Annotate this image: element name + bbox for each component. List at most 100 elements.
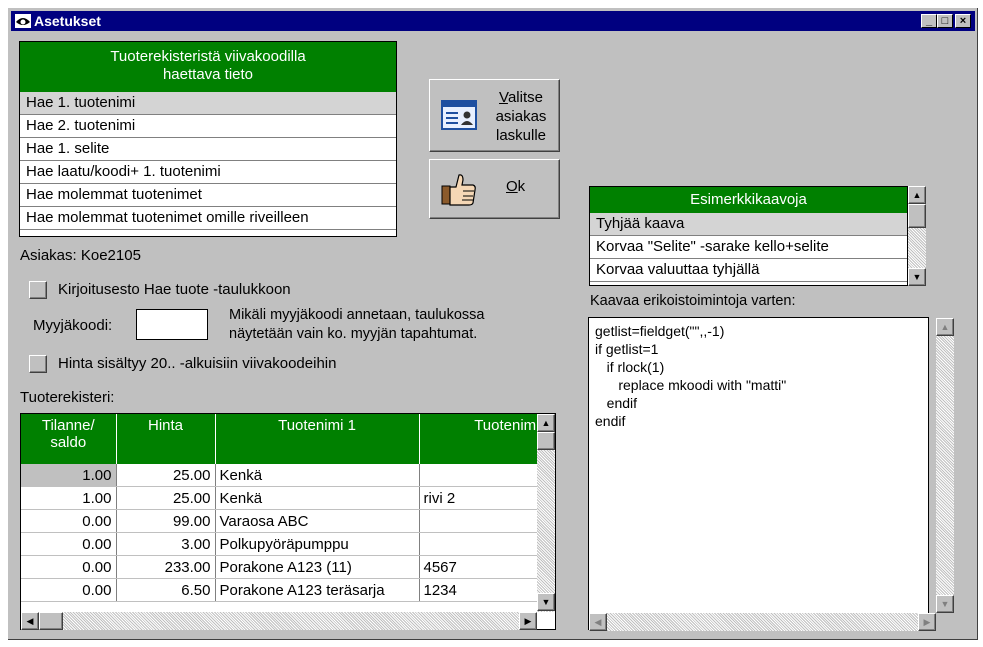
header-line-2: haettava tieto [162, 66, 254, 83]
list-item[interactable]: Tyhjää kaava [590, 213, 907, 236]
list-item[interactable]: Hae 1. selite [20, 138, 396, 161]
table-row[interactable]: 1.00 25.00 Kenkä rivi 2 [21, 486, 542, 510]
table-cell: 1.00 [21, 464, 117, 487]
col-line-2: saldo [50, 434, 87, 451]
formula-line: endif [595, 413, 626, 429]
table-cell: 0.00 [21, 578, 117, 602]
formula-label: Kaavaa erikoistoimintoja varten: [590, 293, 796, 309]
write-protect-label: Kirjoitusesto Hae tuote -taulukkoon [58, 281, 291, 298]
table-row[interactable]: 0.00 3.00 Polkupyöräpumppu [21, 532, 542, 556]
table-cell: 25.00 [116, 486, 216, 510]
scroll-down-icon[interactable]: ▼ [908, 268, 926, 286]
price-in-barcode-checkbox[interactable] [29, 355, 47, 373]
column-header-balance[interactable]: Tilanne/ saldo [21, 414, 117, 464]
table-cell: 3.00 [116, 532, 216, 556]
formula-line: if rlock(1) [595, 359, 665, 375]
product-field-list-header: Tuoterekisteristä viivakoodilla haettava… [20, 42, 396, 92]
mnemonic: O [506, 178, 518, 195]
select-customer-button[interactable]: Valitse asiakas laskulle [429, 79, 560, 152]
maximize-button[interactable]: □ [937, 14, 953, 28]
examples-list-header: Esimerkkikaavoja [590, 187, 907, 213]
formula-line: getlist=fieldget("",,-1) [595, 323, 725, 339]
table-row[interactable]: 1.00 25.00 Kenkä [21, 464, 542, 487]
formula-vertical-scrollbar[interactable] [936, 318, 954, 613]
price-in-barcode-label: Hinta sisältyy 20.. -alkuisiin viivakood… [58, 355, 337, 372]
product-register-label: Tuoterekisteri: [20, 389, 115, 406]
table-cell [419, 509, 542, 533]
list-item[interactable]: Korvaa "Selite" -sarake kello+selite [590, 236, 907, 259]
label-rest: k [517, 178, 526, 195]
list-item[interactable]: Hae molemmat tuotenimet omille riveillee… [20, 207, 396, 230]
table-cell [419, 532, 542, 556]
customer-label: Asiakas: Koe2105 [20, 247, 141, 264]
table-cell: Porakone A123 teräsarja [215, 578, 420, 602]
table-cell: 4567 [419, 555, 542, 579]
table-cell: 0.00 [21, 532, 117, 556]
scroll-up-icon[interactable]: ▲ [537, 414, 555, 432]
label-rest: alitse [507, 89, 543, 106]
table-cell: 0.00 [21, 509, 117, 533]
minimize-button[interactable]: _ [921, 14, 937, 28]
header-line-1: Tuoterekisteristä viivakoodilla [110, 48, 306, 65]
scroll-left-icon[interactable]: ◀ [21, 612, 39, 630]
table-row[interactable]: 0.00 99.00 Varaosa ABC [21, 509, 542, 533]
product-table: Tilanne/ saldo Hinta Tuotenimi 1 Tuoteni… [21, 414, 542, 602]
product-register-table: Tilanne/ saldo Hinta Tuotenimi 1 Tuoteni… [20, 413, 556, 630]
examples-list: Esimerkkikaavoja Tyhjää kaava Korvaa "Se… [589, 186, 908, 286]
table-row[interactable]: 0.00 6.50 Porakone A123 teräsarja 1234 [21, 578, 542, 602]
formula-line: endif [595, 395, 638, 411]
table-cell: Polkupyöräpumppu [215, 532, 420, 556]
table-cell: 233.00 [116, 555, 216, 579]
seller-code-input[interactable] [136, 309, 208, 340]
list-item[interactable]: Hae laatu/koodi+ 1. tuotenimi [20, 161, 396, 184]
ok-label: Ok [506, 178, 525, 195]
list-item[interactable]: Hae molemmat tuotenimet [20, 184, 396, 207]
list-item[interactable]: Hae 1. tuotenimi [20, 92, 396, 115]
col-line-1: Tilanne/ [41, 417, 95, 434]
table-cell [419, 464, 542, 487]
seller-code-hint-line1: Mikäli myyjäkoodi annetaan, taulukossa [229, 307, 485, 323]
list-item[interactable]: Hae 2. tuotenimi [20, 115, 396, 138]
scroll-thumb[interactable] [537, 432, 555, 450]
table-cell: 1.00 [21, 486, 117, 510]
table-horizontal-scrollbar[interactable] [21, 612, 537, 630]
product-field-list: Tuoterekisteristä viivakoodilla haettava… [19, 41, 397, 237]
scroll-down-icon[interactable]: ▼ [537, 593, 555, 611]
scroll-right-icon[interactable]: ▶ [918, 613, 936, 631]
table-cell: 99.00 [116, 509, 216, 533]
scroll-up-icon[interactable]: ▲ [936, 318, 954, 336]
list-item[interactable]: Korvaa valuuttaa tyhjällä [590, 259, 907, 282]
thumbs-up-icon [441, 174, 476, 206]
id-card-icon [441, 100, 477, 130]
table-cell: 25.00 [116, 464, 216, 487]
scroll-up-icon[interactable]: ▲ [908, 186, 926, 204]
close-button[interactable]: × [955, 14, 971, 28]
table-cell: 6.50 [116, 578, 216, 602]
select-customer-label: Valitse asiakas laskulle [486, 88, 556, 145]
column-header-price[interactable]: Hinta [116, 414, 216, 464]
formula-editor[interactable]: getlist=fieldget("",,-1) if getlist=1 if … [588, 317, 929, 630]
table-row[interactable]: 0.00 233.00 Porakone A123 (11) 4567 [21, 555, 542, 579]
scroll-left-icon[interactable]: ◀ [589, 613, 607, 631]
write-protect-checkbox[interactable] [29, 281, 47, 299]
mnemonic: V [499, 89, 508, 106]
label-line-2: asiakas [495, 108, 547, 125]
table-cell: Kenkä [215, 464, 420, 487]
scroll-right-icon[interactable]: ▶ [519, 612, 537, 630]
settings-window: Asetukset _ □ × Tuoterekisteristä viivak… [7, 7, 979, 641]
scroll-thumb[interactable] [908, 204, 926, 228]
seller-code-label: Myyjäkoodi: [33, 317, 113, 334]
h-scroll-thumb[interactable] [39, 612, 63, 630]
formula-line: if getlist=1 [595, 341, 659, 357]
column-header-product-name-2[interactable]: Tuotenimi [419, 414, 542, 464]
table-cell: Kenkä [215, 486, 420, 510]
table-cell: Porakone A123 (11) [215, 555, 420, 579]
seller-code-hint-line2: näytetään vain ko. myyjän tapahtumat. [229, 326, 478, 342]
table-cell: Varaosa ABC [215, 509, 420, 533]
table-cell: 0.00 [21, 555, 117, 579]
scroll-down-icon[interactable]: ▼ [936, 595, 954, 613]
column-header-product-name-1[interactable]: Tuotenimi 1 [215, 414, 420, 464]
ok-button[interactable]: Ok [429, 159, 560, 219]
formula-horizontal-scrollbar[interactable] [589, 613, 936, 631]
title-bar[interactable]: Asetukset _ □ × [11, 11, 975, 31]
